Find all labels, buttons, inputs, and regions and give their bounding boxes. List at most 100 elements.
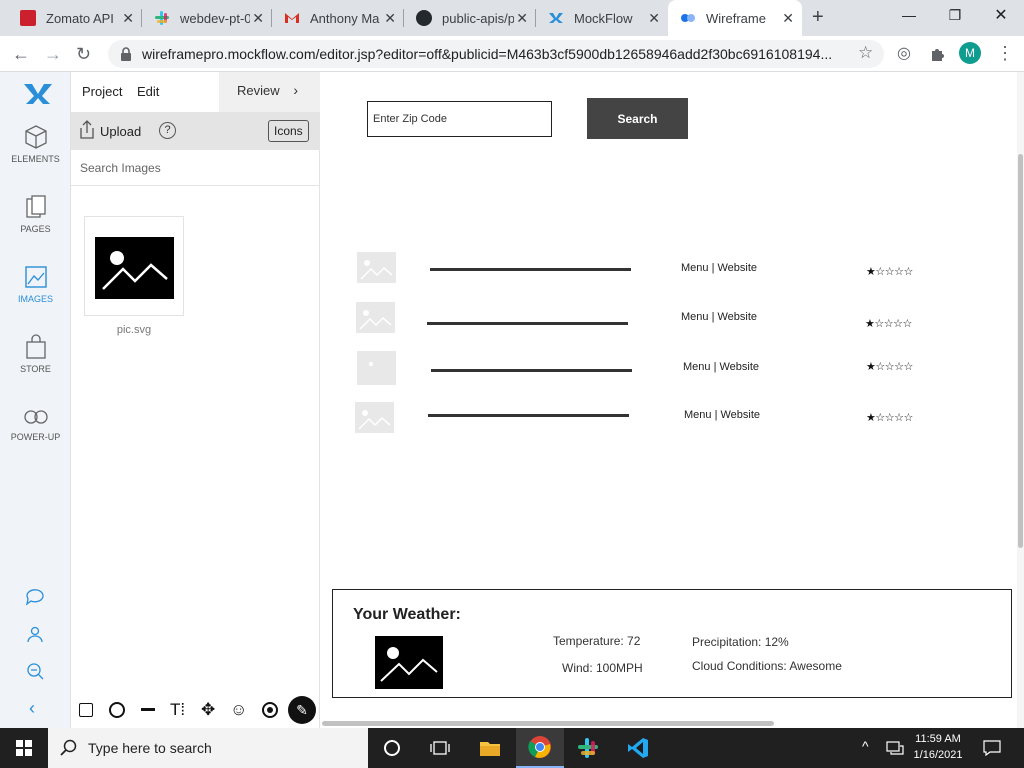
close-icon[interactable]: ✕ — [384, 10, 396, 27]
rail-item-pages[interactable]: PAGES — [0, 194, 71, 234]
zomato-icon — [20, 10, 36, 26]
close-icon[interactable]: ✕ — [252, 10, 264, 27]
tab-wireframepro[interactable]: WireframePr ✕ — [668, 0, 802, 36]
menu-dots-icon[interactable]: ⋮ — [996, 43, 1014, 64]
review-button[interactable]: Review › — [219, 72, 320, 112]
gmail-icon — [285, 13, 299, 23]
shopping-bag-icon — [25, 334, 46, 359]
tab-mockflow[interactable]: MockFlow ✕ — [536, 0, 668, 36]
vscode-taskbar-icon[interactable] — [614, 728, 662, 768]
close-window-button[interactable]: ✕ — [978, 0, 1024, 30]
scroll-thumb[interactable] — [322, 721, 774, 726]
rail-item-power-up[interactable]: POWER-UP — [0, 406, 71, 442]
move-tool-icon[interactable]: ✥ — [201, 700, 215, 720]
line-tool-icon[interactable] — [141, 708, 155, 711]
zoom-icon[interactable] — [25, 661, 45, 681]
close-icon[interactable]: ✕ — [516, 10, 528, 27]
bookmark-star-icon[interactable]: ☆ — [858, 43, 873, 63]
collapse-chevron-icon[interactable]: ‹ — [29, 698, 35, 719]
menu-website-links[interactable]: Menu | Website — [681, 262, 757, 274]
smiley-tool-icon[interactable]: ☺ — [230, 700, 247, 720]
icons-button[interactable]: Icons — [268, 120, 309, 142]
circle-tool-icon[interactable] — [109, 702, 125, 718]
reload-icon[interactable]: ↻ — [76, 44, 91, 65]
tab-github[interactable]: public-apis/p ✕ — [404, 0, 536, 36]
chat-icon[interactable] — [25, 587, 45, 607]
rail-item-elements[interactable]: ELEMENTS — [0, 124, 71, 164]
wireframe-canvas: Enter Zip Code Search Menu | Website ★☆☆… — [320, 72, 1017, 718]
back-icon[interactable]: ← — [12, 44, 30, 65]
network-icon[interactable] — [886, 740, 904, 756]
browser-tab-strip: Zomato API ✕ webdev-pt-0 ✕ Anthony Ma ✕ … — [0, 0, 1024, 36]
text-tool-icon[interactable]: T⁞ — [170, 700, 185, 720]
image-placeholder-icon — [357, 252, 396, 283]
minimize-button[interactable]: — — [886, 0, 932, 30]
title-line — [431, 369, 632, 372]
close-icon[interactable]: ✕ — [782, 10, 794, 27]
edit-menu[interactable]: Edit — [137, 84, 159, 99]
cloud-conditions-text: Cloud Conditions: Awesome — [692, 659, 842, 673]
panel-header: Project Edit Review › — [71, 72, 320, 112]
brush-tool-icon[interactable]: ✎ — [288, 696, 316, 724]
rail-item-label: PAGES — [20, 224, 51, 234]
extension-icon[interactable]: ◎ — [897, 43, 911, 63]
menu-website-links[interactable]: Menu | Website — [681, 311, 757, 323]
taskbar-search-text: Type here to search — [88, 740, 212, 756]
taskbar-clock[interactable]: 11:59 AM 1/16/2021 — [906, 731, 970, 763]
title-line — [430, 268, 631, 271]
tab-title: webdev-pt-0 — [180, 10, 250, 26]
search-button[interactable]: Search — [587, 98, 688, 139]
mockflow-logo-icon[interactable] — [23, 82, 53, 106]
clock-time: 11:59 AM — [915, 733, 961, 745]
close-icon[interactable]: ✕ — [648, 10, 660, 27]
tab-slack[interactable]: webdev-pt-0 ✕ — [142, 0, 272, 36]
zip-code-input[interactable]: Enter Zip Code — [367, 101, 552, 137]
vertical-scrollbar[interactable] — [1017, 72, 1024, 728]
windows-start-icon[interactable] — [16, 740, 32, 756]
maximize-button[interactable]: ❐ — [932, 0, 978, 30]
search-images-input[interactable]: Search Images — [71, 150, 320, 186]
rail-item-label: STORE — [20, 364, 51, 374]
result-row: Menu | Website ★☆☆☆☆ — [320, 402, 1017, 442]
rectangle-tool-icon[interactable] — [79, 703, 93, 717]
chrome-taskbar-icon[interactable] — [516, 728, 564, 768]
tab-gmail[interactable]: Anthony Ma ✕ — [272, 0, 404, 36]
tab-title: MockFlow — [574, 10, 633, 26]
tab-title: WireframePr — [706, 10, 766, 26]
notifications-icon[interactable] — [983, 740, 1001, 756]
forward-icon[interactable]: → — [44, 44, 62, 65]
image-filename: pic.svg — [116, 324, 152, 336]
search-icon — [60, 739, 77, 756]
scroll-thumb[interactable] — [1018, 154, 1023, 548]
puzzle-icon[interactable] — [929, 45, 947, 63]
file-explorer-icon[interactable] — [466, 728, 514, 768]
review-label: Review — [237, 83, 280, 98]
tray-chevron-icon[interactable]: ^ — [862, 738, 869, 754]
image-thumbnail[interactable] — [84, 216, 184, 316]
rail-item-label: ELEMENTS — [11, 154, 60, 164]
task-view-icon[interactable] — [416, 728, 464, 768]
horizontal-scrollbar[interactable] — [320, 718, 1017, 728]
new-tab-button[interactable]: + — [812, 6, 824, 29]
close-icon[interactable]: ✕ — [122, 10, 134, 27]
left-rail: ELEMENTS PAGES IMAGES STORE POWER-UP ‹ — [0, 72, 71, 728]
url-field[interactable]: wireframepro.mockflow.com/editor.jsp?edi… — [108, 40, 884, 68]
help-icon[interactable]: ? — [159, 122, 176, 139]
users-icon[interactable] — [25, 624, 45, 644]
upload-icon[interactable] — [79, 120, 95, 140]
weather-title: Your Weather: — [353, 606, 461, 623]
menu-website-links[interactable]: Menu | Website — [683, 361, 759, 373]
avatar[interactable]: M — [959, 42, 981, 64]
taskbar-search-box[interactable]: Type here to search — [48, 728, 368, 768]
target-tool-icon[interactable] — [262, 702, 278, 718]
rail-item-images[interactable]: IMAGES — [0, 264, 71, 304]
menu-website-links[interactable]: Menu | Website — [684, 409, 760, 421]
rail-item-store[interactable]: STORE — [0, 334, 71, 374]
cortana-icon[interactable] — [368, 728, 416, 768]
image-placeholder-icon — [356, 302, 395, 333]
upload-bar: Upload ? Icons — [71, 112, 320, 150]
tab-zomato[interactable]: Zomato API ✕ — [8, 0, 142, 36]
slack-taskbar-icon[interactable] — [564, 728, 612, 768]
upload-button[interactable]: Upload — [100, 124, 141, 139]
project-menu[interactable]: Project — [82, 84, 122, 99]
